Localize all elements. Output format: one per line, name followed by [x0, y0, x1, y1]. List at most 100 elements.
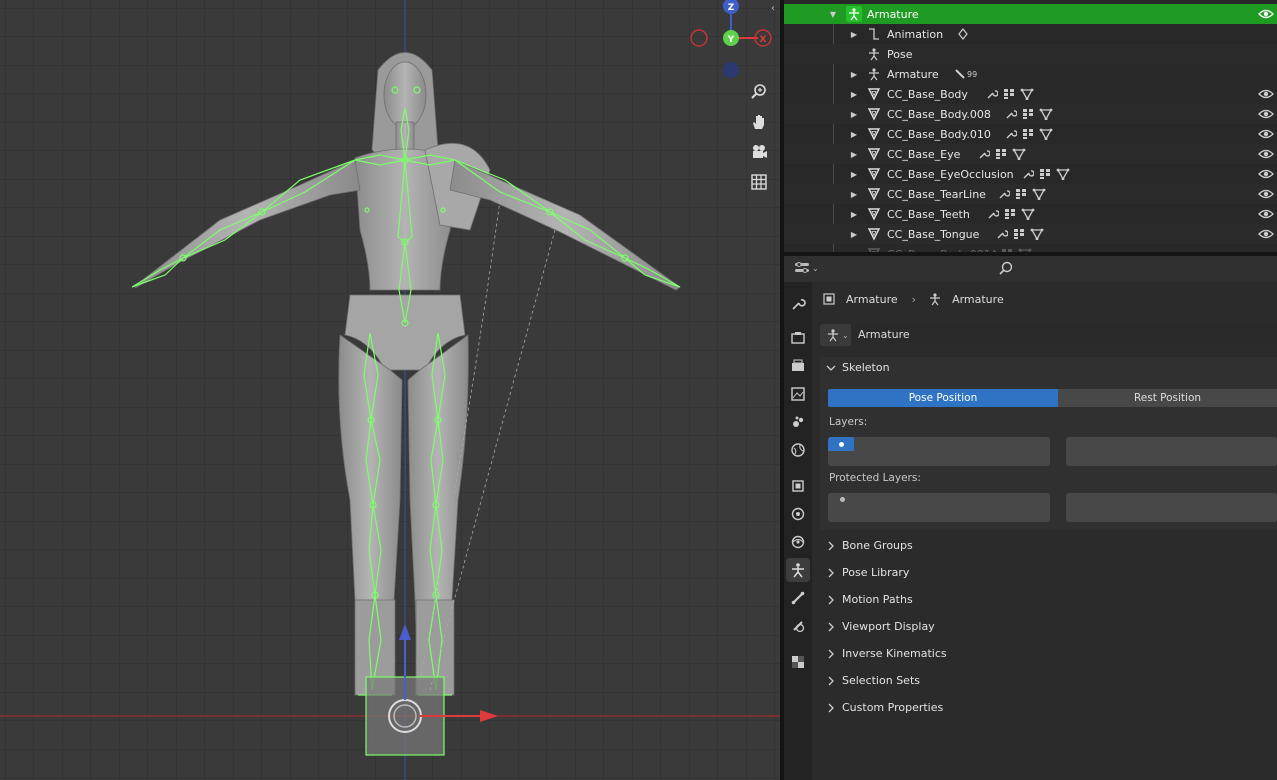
zoom-icon[interactable]	[746, 79, 772, 105]
hand-pan-icon[interactable]	[746, 109, 772, 135]
panel-header-bone-groups[interactable]: Bone Groups	[826, 539, 913, 552]
panel-header-viewport-display[interactable]: Viewport Display	[826, 620, 935, 633]
visibility-eye-icon[interactable]	[1258, 6, 1274, 22]
world-icon[interactable]	[786, 438, 810, 462]
expand-triangle-icon[interactable]: ▶	[849, 30, 859, 39]
3d-viewport[interactable]: Z Y X ‹	[0, 0, 780, 780]
chevron-right-icon	[828, 703, 834, 712]
outliner-row-mesh[interactable]: ▶ CC_Base_Teeth	[784, 204, 1277, 224]
panel-title: Inverse Kinematics	[842, 647, 947, 660]
outliner-row-mesh[interactable]: ▶ CC_Base_Body.008	[784, 104, 1277, 124]
bone-layers-grid-left[interactable]	[828, 437, 1050, 466]
outliner-row-mesh[interactable]: ▶ CC_Base_EyeOcclusion	[784, 164, 1277, 184]
datablock-name-field[interactable]: Armature	[858, 328, 910, 341]
datablock-selector[interactable]: ⌄ Armature	[820, 324, 1277, 346]
panel-header-pose-library[interactable]: Pose Library	[826, 566, 909, 579]
tool-icon[interactable]	[786, 292, 810, 316]
outliner-row-mesh[interactable]: ▶ CC_Base_Tongue	[784, 224, 1277, 244]
view-layer-icon[interactable]	[786, 382, 810, 406]
chevron-right-icon	[828, 622, 834, 631]
protected-layers-grid-left[interactable]	[828, 493, 1050, 522]
viewport-canvas[interactable]: Z Y X	[0, 0, 780, 780]
outliner-row-label: Armature	[867, 7, 919, 21]
sidebar-toggle-icon[interactable]: ‹	[771, 3, 780, 17]
mesh-triangle-icon	[866, 126, 882, 142]
outliner-row-mesh[interactable]: ▶ CC_Base_Body.010	[784, 124, 1277, 144]
expand-triangle-icon[interactable]: ▶	[849, 130, 859, 139]
expand-triangle-icon[interactable]: ▶	[849, 110, 859, 119]
vertex-groups-icon	[1023, 129, 1033, 139]
visibility-eye-icon[interactable]	[1258, 86, 1274, 102]
texture-icon[interactable]	[786, 650, 810, 674]
skeleton-panel-header[interactable]: Skeleton	[826, 361, 890, 374]
render-icon[interactable]	[786, 326, 810, 350]
outliner-row-pose[interactable]: Pose	[784, 44, 1277, 64]
expand-triangle-icon[interactable]: ▶	[849, 90, 859, 99]
wrench-modifier-icon	[988, 210, 999, 219]
pose-position-button[interactable]: Pose Position	[828, 389, 1058, 407]
row-modifiers	[1005, 108, 1053, 120]
mesh-triangle-icon	[866, 206, 882, 222]
mesh-data-icon	[1020, 88, 1034, 100]
outliner-row-armature-data[interactable]: ▶ Armature 99	[784, 64, 1277, 84]
panel-header-selection-sets[interactable]: Selection Sets	[826, 674, 920, 687]
modifiers-icon[interactable]	[786, 502, 810, 526]
datablock-type-dropdown[interactable]: ⌄	[826, 328, 849, 342]
bone-layer-0-active[interactable]	[828, 437, 854, 451]
mesh-triangle-icon	[866, 226, 882, 242]
visibility-eye-icon[interactable]	[1258, 226, 1274, 242]
gizmo-neg-z-axis[interactable]	[723, 62, 739, 78]
camera-icon[interactable]	[746, 139, 772, 165]
editor-type-dropdown[interactable]: ⌄	[794, 261, 819, 275]
mesh-triangle-icon	[866, 146, 882, 162]
expand-triangle-icon[interactable]: ▶	[849, 210, 859, 219]
panel-header-motion-paths[interactable]: Motion Paths	[826, 593, 913, 606]
outliner-row-mesh[interactable]: ▶CC_Base_Body.001	[784, 244, 1277, 252]
outliner-row-label: CC_Base_Body.008	[887, 107, 991, 121]
bone-layers-grid-right[interactable]	[1066, 437, 1277, 466]
expand-triangle-icon[interactable]: ▼	[828, 10, 838, 19]
expand-triangle-icon[interactable]: ▶	[849, 230, 859, 239]
visibility-eye-icon[interactable]	[1258, 186, 1274, 202]
mesh-data-icon	[1012, 148, 1026, 160]
panel-header-inverse-kinematics[interactable]: Inverse Kinematics	[826, 647, 947, 660]
expand-triangle-icon[interactable]: ▶	[849, 190, 859, 199]
object-data-armature-icon[interactable]	[786, 558, 810, 582]
properties-editor-icon	[795, 262, 809, 273]
object-icon[interactable]	[786, 474, 810, 498]
outliner-row-animation[interactable]: ▶ Animation	[784, 24, 1277, 44]
visibility-eye-icon[interactable]	[1258, 166, 1274, 182]
vertex-groups-icon	[1005, 209, 1015, 219]
bone-icon[interactable]	[786, 586, 810, 610]
mesh-triangle-icon	[866, 86, 882, 102]
breadcrumb-separator-icon: ›	[911, 292, 917, 306]
expand-triangle-icon[interactable]: ▶	[849, 70, 859, 79]
protected-layers-grid-right[interactable]	[1066, 493, 1277, 522]
mesh-data-icon	[1030, 228, 1044, 240]
visibility-eye-icon[interactable]	[1258, 106, 1274, 122]
scene-icon[interactable]	[786, 410, 810, 434]
rest-position-button[interactable]: Rest Position	[1058, 389, 1277, 407]
grid-icon[interactable]	[746, 169, 772, 195]
visibility-eye-icon[interactable]	[1258, 206, 1274, 222]
outliner-row-label: Pose	[887, 47, 913, 61]
row-modifiers	[978, 148, 1026, 160]
chevron-right-icon	[828, 568, 834, 577]
physics-icon[interactable]	[786, 530, 810, 554]
outliner-row-mesh[interactable]: ▶ CC_Base_Eye	[784, 144, 1277, 164]
outliner[interactable]: ▼ Armature ▶ Animation Pose ▶ Armature 9…	[784, 0, 1277, 252]
visibility-eye-icon[interactable]	[1258, 126, 1274, 142]
panel-header-custom-properties[interactable]: Custom Properties	[826, 701, 943, 714]
outliner-row-armature[interactable]: ▼ Armature	[784, 4, 1277, 24]
expand-triangle-icon[interactable]: ▶	[849, 150, 859, 159]
outliner-row-label: Animation	[887, 27, 944, 41]
protected-layers-label: Protected Layers:	[829, 472, 921, 484]
expand-triangle-icon[interactable]: ▶	[849, 170, 859, 179]
search-icon[interactable]	[998, 261, 1014, 280]
gizmo-y-label: Y	[727, 35, 735, 45]
output-icon[interactable]	[786, 354, 810, 378]
visibility-eye-icon[interactable]	[1258, 146, 1274, 162]
outliner-row-mesh[interactable]: ▶ CC_Base_Body	[784, 84, 1277, 104]
bone-constraint-icon[interactable]	[786, 614, 810, 638]
outliner-row-mesh[interactable]: ▶ CC_Base_TearLine	[784, 184, 1277, 204]
